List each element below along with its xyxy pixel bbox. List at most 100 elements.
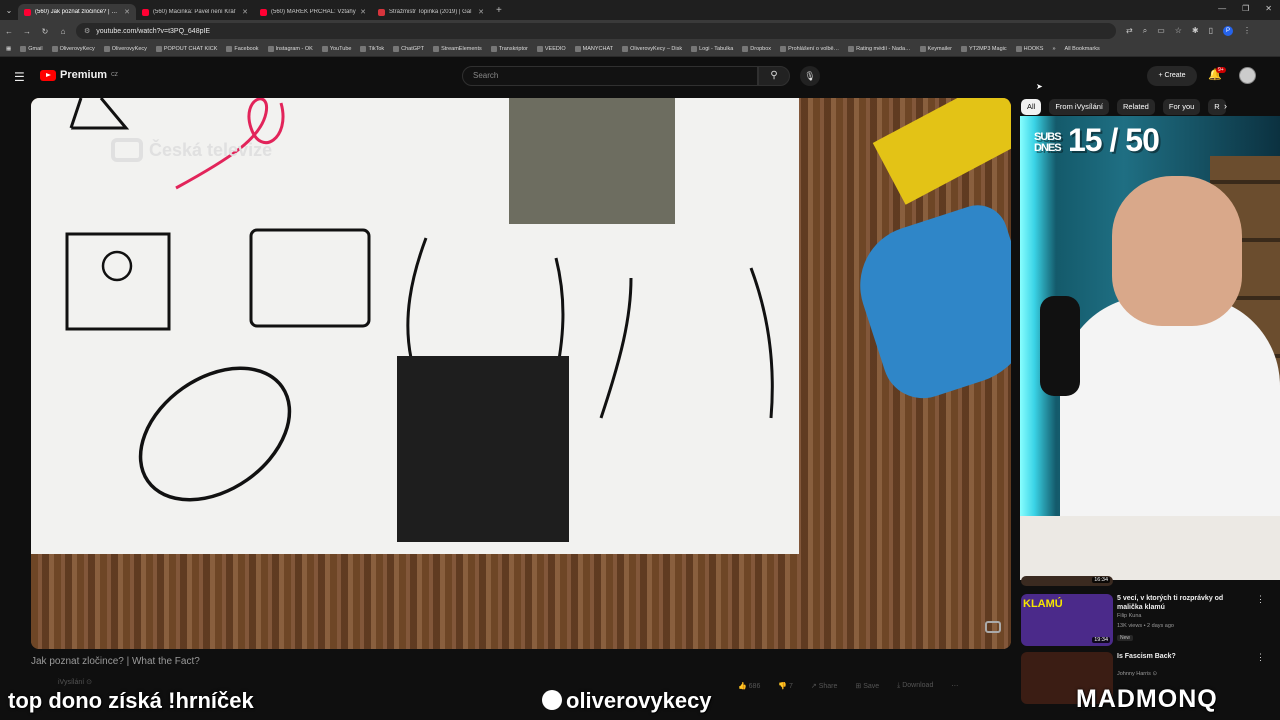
- bookmark-item[interactable]: Logi - Tabulka: [691, 46, 733, 52]
- home-icon[interactable]: ⌂: [54, 27, 72, 36]
- forward-icon[interactable]: →: [18, 27, 36, 36]
- sidebar-icon[interactable]: ▯: [1209, 26, 1213, 36]
- recommendation-views: 13K views • 2 days ago: [1117, 623, 1174, 629]
- recommendation-title[interactable]: Is Fascism Back?: [1117, 652, 1249, 661]
- close-window-icon[interactable]: ✕: [1265, 4, 1272, 13]
- bookmark-item[interactable]: HOOKS: [1015, 46, 1043, 52]
- youtube-favicon-icon: [142, 8, 149, 16]
- chip-related[interactable]: Related: [1117, 99, 1155, 115]
- list-item[interactable]: 16:34: [1021, 576, 1265, 588]
- bookmark-item[interactable]: POPOUT CHAT KICK: [155, 46, 217, 52]
- apps-grid-icon[interactable]: ▦: [6, 46, 11, 52]
- more-options-icon[interactable]: ⋮: [1256, 594, 1265, 605]
- browser-tab[interactable]: (560) MAREK PRCHAL: Vztahy ✕: [254, 4, 372, 20]
- search-button[interactable]: ⚲: [758, 66, 790, 86]
- url-text: youtube.com/watch?v=t3PQ_648pIE: [96, 27, 211, 35]
- mouse-cursor-icon: ➤: [1036, 82, 1043, 91]
- account-avatar[interactable]: [1239, 67, 1256, 84]
- bookmark-item[interactable]: Gmail: [20, 46, 43, 52]
- bookmark-favicon-icon: [961, 46, 967, 52]
- browser-tab[interactable]: (560) Jak poznat zločince? | Wh ✕: [18, 4, 136, 20]
- microphone-icon: 🎙: [804, 71, 816, 81]
- bookmark-item[interactable]: OliverovyKecy: [51, 46, 95, 52]
- voice-search-button[interactable]: 🎙: [800, 66, 820, 86]
- webcam-overlay: SUBS DNES 15 / 50: [1020, 116, 1280, 580]
- chevron-right-icon[interactable]: ›: [1224, 101, 1227, 111]
- bookmark-item[interactable]: OliverovyKecy – Disk: [622, 46, 682, 52]
- ct-favicon-icon: [378, 8, 385, 16]
- chip-from-ivysilani[interactable]: From iVysílání: [1049, 99, 1109, 115]
- bookmark-favicon-icon: [321, 46, 328, 52]
- bookmark-star-icon[interactable]: ☆: [1175, 26, 1182, 36]
- captions-icon[interactable]: [985, 621, 1001, 633]
- bookmark-favicon-icon: [433, 46, 440, 52]
- handle-banner: oliverovykecy: [542, 688, 712, 714]
- microphone-shape: [1040, 296, 1080, 396]
- bookmark-favicon-icon: [919, 46, 926, 52]
- bookmark-item[interactable]: OliverovyKecy: [103, 46, 147, 52]
- window-controls: — ❐ ✕: [1218, 4, 1272, 13]
- list-item[interactable]: KLAMÚ 19:34 5 vecí, v ktorých ti rozpráv…: [1021, 594, 1265, 650]
- portrait-photo: [397, 356, 569, 542]
- close-tab-icon[interactable]: ✕: [242, 8, 248, 16]
- create-button[interactable]: + Create: [1147, 66, 1197, 86]
- back-icon[interactable]: ←: [0, 27, 18, 36]
- bookmark-item[interactable]: Prohlášení o volbě…: [780, 46, 839, 52]
- new-tab-button[interactable]: +: [496, 5, 502, 16]
- browser-tab[interactable]: Strážmistr Topinka (2019) | Gal ✕: [372, 4, 490, 20]
- bookmark-favicon-icon: [226, 46, 233, 52]
- search-input[interactable]: Search: [462, 66, 758, 86]
- browser-tab[interactable]: (560) Macinka: Pavel není Kráľ ✕: [136, 4, 254, 20]
- bookmark-favicon-icon: [51, 46, 58, 52]
- tab-list-chevron-icon[interactable]: ⌄: [0, 6, 18, 15]
- subs-goal-counter: SUBS DNES 15 / 50: [1034, 122, 1160, 158]
- more-options-icon[interactable]: ⋮: [1256, 652, 1265, 663]
- chip-for-you[interactable]: For you: [1162, 99, 1201, 115]
- bookmarks-bar: ▦ Gmail OliverovyKecy OliverovyKecy POPOUT …: [0, 42, 1280, 57]
- bookmark-item[interactable]: Instagram - OK: [267, 46, 313, 52]
- translate-icon[interactable]: ⇄: [1126, 26, 1133, 36]
- bookmark-favicon-icon: [691, 46, 698, 52]
- bookmark-item[interactable]: StreamElements: [433, 46, 482, 52]
- bookmark-favicon-icon: [536, 46, 543, 52]
- bookmark-item[interactable]: YT2MP3 Magic: [961, 46, 1007, 52]
- bookmark-item[interactable]: MANYCHAT: [574, 46, 613, 52]
- youtube-logo[interactable]: Premium CZ: [40, 69, 118, 81]
- profile-avatar[interactable]: P: [1223, 26, 1234, 36]
- dono-banner-text: top dono získá !hrníček: [8, 688, 254, 713]
- bookmark-item[interactable]: Rating médií - Nada…: [848, 46, 911, 52]
- recommendation-channel[interactable]: Johnny Harris ⊙: [1117, 671, 1157, 677]
- url-field[interactable]: ⚙ youtube.com/watch?v=t3PQ_648pIE: [76, 23, 1116, 39]
- bookmark-item[interactable]: VEEDIO: [536, 46, 566, 52]
- reload-icon[interactable]: ↻: [36, 27, 54, 36]
- cast-icon[interactable]: ▭: [1157, 26, 1165, 36]
- bookmark-item[interactable]: Keymailer: [919, 46, 952, 52]
- bookmark-favicon-icon: [360, 46, 367, 52]
- bookmark-item[interactable]: TikTok: [360, 46, 384, 52]
- bookmark-favicon-icon: [622, 46, 629, 52]
- close-tab-icon[interactable]: ✕: [124, 8, 130, 16]
- browser-menu-icon[interactable]: ⋮: [1243, 26, 1251, 36]
- close-tab-icon[interactable]: ✕: [478, 8, 484, 16]
- video-title: Jak poznat zločince? | What the Fact?: [31, 656, 200, 667]
- bookmarks-overflow-icon[interactable]: »: [1052, 46, 1055, 52]
- bookmark-favicon-icon: [490, 46, 497, 52]
- maximize-icon[interactable]: ❐: [1242, 4, 1249, 13]
- site-info-icon[interactable]: ⚙: [84, 27, 90, 35]
- bookmark-item[interactable]: Facebook: [226, 46, 259, 52]
- bookmark-item[interactable]: YouTube: [321, 46, 351, 52]
- video-thumbnail[interactable]: KLAMÚ 19:34: [1021, 594, 1113, 646]
- extensions-icon[interactable]: ✱: [1192, 26, 1199, 36]
- hamburger-menu-icon[interactable]: ☰: [14, 70, 25, 84]
- bookmark-item[interactable]: Transkriptor: [490, 46, 528, 52]
- bookmark-item[interactable]: ChatGPT: [393, 46, 424, 52]
- close-tab-icon[interactable]: ✕: [360, 8, 366, 16]
- recommendation-title[interactable]: 5 vecí, v ktorých ti rozprávky od maličk…: [1117, 594, 1249, 612]
- chip-all[interactable]: All: [1021, 99, 1042, 115]
- recommendation-channel[interactable]: Filip Kuna: [1117, 613, 1141, 619]
- all-bookmarks-folder[interactable]: All Bookmarks: [1065, 46, 1100, 52]
- bookmark-item[interactable]: Dropbox: [742, 46, 771, 52]
- video-player[interactable]: Česká televize: [31, 98, 1011, 649]
- zoom-icon[interactable]: ⌕: [1143, 26, 1147, 36]
- minimize-icon[interactable]: —: [1218, 4, 1226, 13]
